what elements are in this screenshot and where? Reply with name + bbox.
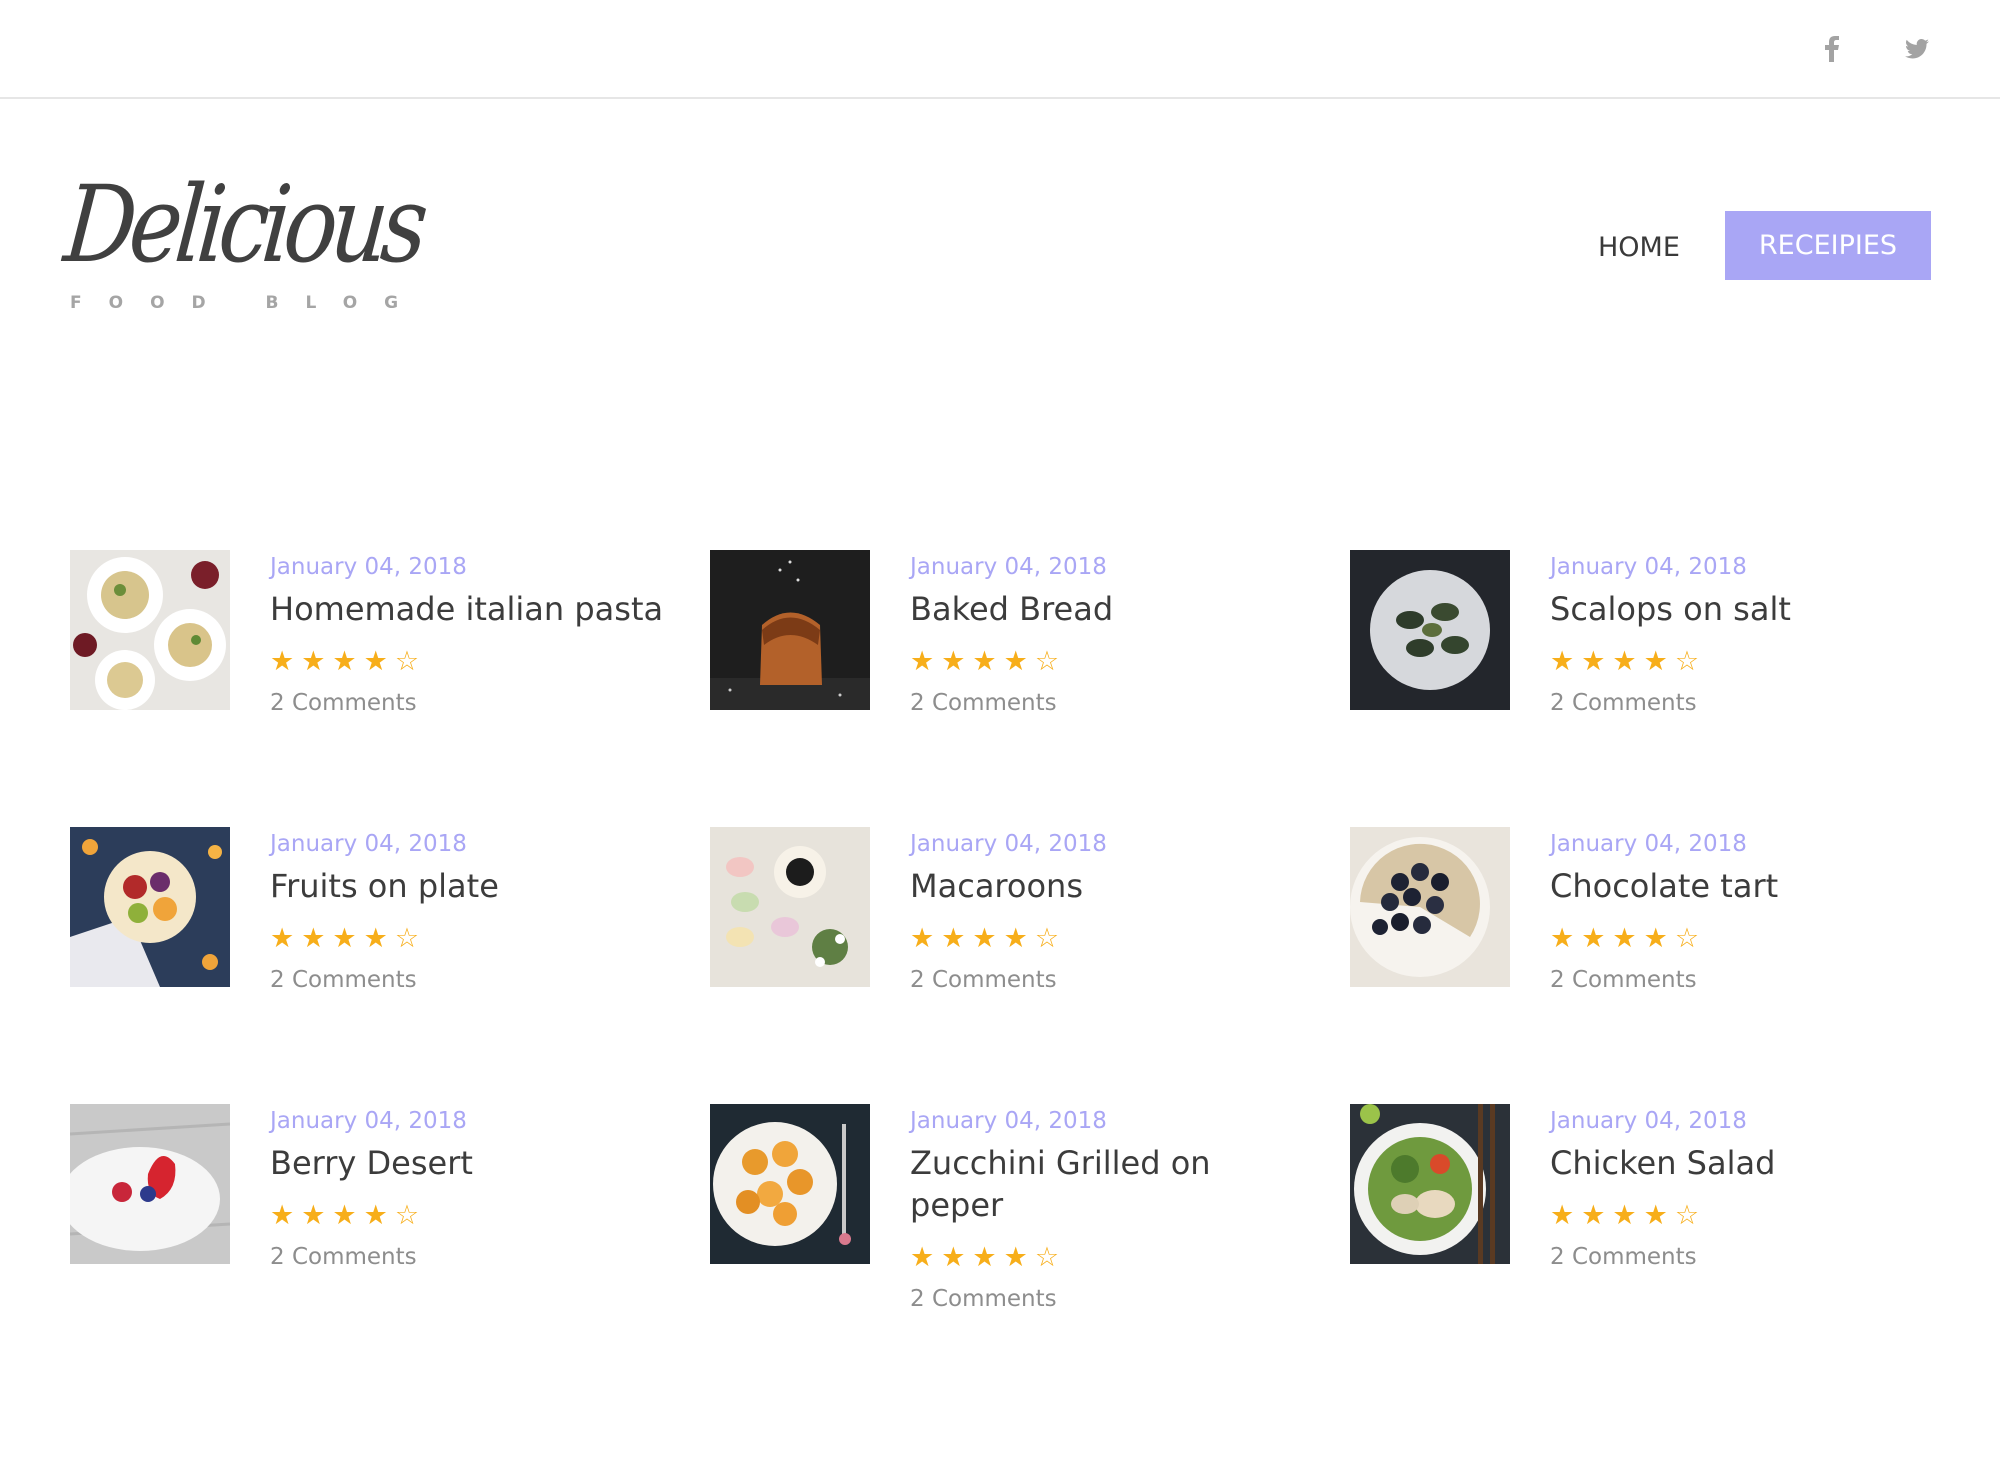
twitter-icon[interactable] (1900, 32, 1934, 66)
post-comments-link[interactable]: 2 Comments (270, 690, 417, 716)
post-comments-link[interactable]: 2 Comments (1550, 967, 1697, 993)
nav-recipes-link[interactable]: RECEIPIES (1725, 211, 1931, 280)
post-title[interactable]: Chocolate tart (1550, 865, 1950, 907)
facebook-icon[interactable] (1815, 32, 1849, 66)
post-title[interactable]: Baked Bread (910, 588, 1310, 630)
post-card[interactable]: January 04, 2018 Macaroons ★★★★☆ 2 Comme… (710, 827, 1310, 1047)
post-date: January 04, 2018 (1550, 1108, 1747, 1134)
logo-script: Delicious (59, 163, 427, 286)
rating-stars: ★★★★☆ (910, 923, 1067, 954)
post-title[interactable]: Fruits on plate (270, 865, 670, 907)
post-title[interactable]: Scalops on salt (1550, 588, 1950, 630)
post-title[interactable]: Berry Desert (270, 1142, 670, 1184)
post-comments-link[interactable]: 2 Comments (910, 690, 1057, 716)
rating-stars: ★★★★☆ (910, 1242, 1067, 1273)
rating-stars: ★★★★☆ (910, 646, 1067, 677)
post-title[interactable]: Chicken Salad (1550, 1142, 1950, 1184)
post-thumbnail-bread[interactable] (710, 550, 870, 710)
top-bar (0, 0, 2000, 99)
post-card[interactable]: January 04, 2018 Chicken Salad ★★★★☆ 2 C… (1350, 1104, 1950, 1324)
post-card[interactable]: January 04, 2018 Chocolate tart ★★★★☆ 2 … (1350, 827, 1950, 1047)
post-date: January 04, 2018 (270, 1108, 467, 1134)
post-card[interactable]: January 04, 2018 Zucchini Grilled on pep… (710, 1104, 1310, 1324)
post-date: January 04, 2018 (270, 831, 467, 857)
post-date: January 04, 2018 (910, 554, 1107, 580)
post-card[interactable]: January 04, 2018 Baked Bread ★★★★☆ 2 Com… (710, 550, 1310, 770)
post-title[interactable]: Homemade italian pasta (270, 588, 670, 630)
post-title[interactable]: Zucchini Grilled on peper (910, 1142, 1310, 1226)
post-date: January 04, 2018 (270, 554, 467, 580)
post-comments-link[interactable]: 2 Comments (270, 967, 417, 993)
post-date: January 04, 2018 (910, 831, 1107, 857)
post-thumbnail-berry-desert[interactable] (70, 1104, 230, 1264)
post-comments-link[interactable]: 2 Comments (270, 1244, 417, 1270)
rating-stars: ★★★★☆ (1550, 923, 1707, 954)
nav-recipes-label: RECEIPIES (1758, 230, 1898, 261)
post-thumbnail-scallops[interactable] (1350, 550, 1510, 710)
rating-stars: ★★★★☆ (1550, 646, 1707, 677)
post-date: January 04, 2018 (1550, 554, 1747, 580)
post-card[interactable]: January 04, 2018 Berry Desert ★★★★☆ 2 Co… (70, 1104, 670, 1324)
post-thumbnail-chocolate-tart[interactable] (1350, 827, 1510, 987)
rating-stars: ★★★★☆ (270, 1200, 427, 1231)
nav-home-link[interactable]: HOME (1598, 232, 1680, 263)
post-card[interactable]: January 04, 2018 Fruits on plate ★★★★☆ 2… (70, 827, 670, 1047)
post-date: January 04, 2018 (910, 1108, 1107, 1134)
post-card[interactable]: January 04, 2018 Scalops on salt ★★★★☆ 2… (1350, 550, 1950, 770)
rating-stars: ★★★★☆ (270, 646, 427, 677)
post-thumbnail-fruits[interactable] (70, 827, 230, 987)
logo-tagline: FOOD BLOG (70, 293, 426, 313)
post-card[interactable]: January 04, 2018 Homemade italian pasta … (70, 550, 670, 770)
post-thumbnail-zucchini[interactable] (710, 1104, 870, 1264)
post-thumbnail-pasta[interactable] (70, 550, 230, 710)
post-comments-link[interactable]: 2 Comments (1550, 690, 1697, 716)
post-title[interactable]: Macaroons (910, 865, 1310, 907)
rating-stars: ★★★★☆ (1550, 1200, 1707, 1231)
post-date: January 04, 2018 (1550, 831, 1747, 857)
site-logo[interactable]: Delicious FOOD BLOG (60, 163, 426, 322)
post-comments-link[interactable]: 2 Comments (910, 967, 1057, 993)
rating-stars: ★★★★☆ (270, 923, 427, 954)
post-thumbnail-chicken-salad[interactable] (1350, 1104, 1510, 1264)
post-comments-link[interactable]: 2 Comments (1550, 1244, 1697, 1270)
post-comments-link[interactable]: 2 Comments (910, 1286, 1057, 1312)
post-thumbnail-macaroons[interactable] (710, 827, 870, 987)
